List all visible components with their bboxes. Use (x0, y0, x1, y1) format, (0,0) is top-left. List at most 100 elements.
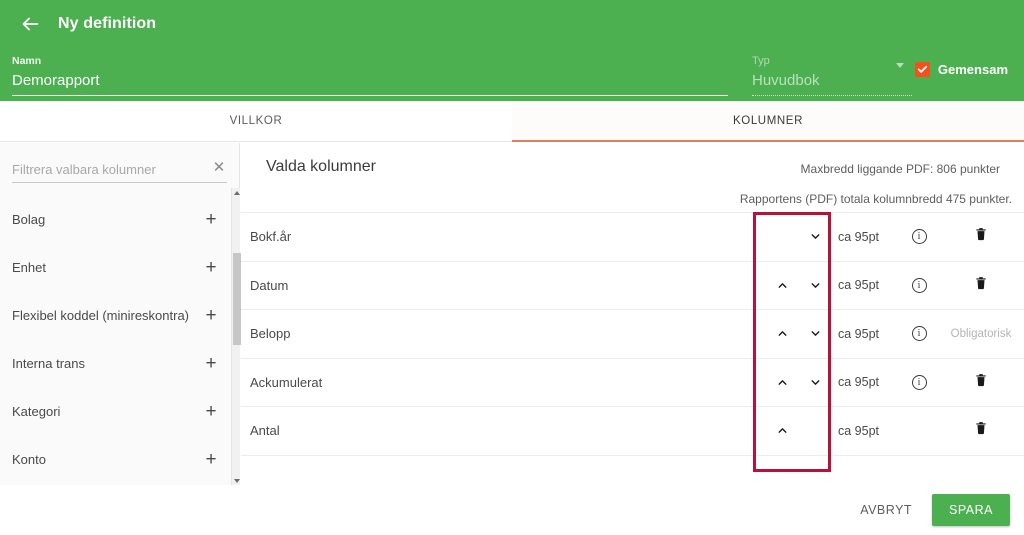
tab-villkor[interactable]: VILLKOR (0, 101, 512, 141)
list-item[interactable]: Enhet + (0, 243, 231, 291)
name-field-group: Namn (12, 55, 728, 96)
info-icon[interactable]: i (911, 229, 927, 245)
column-name: Antal (250, 423, 280, 439)
row-action-cell (938, 420, 1024, 441)
reorder-arrows-cell (760, 420, 838, 442)
plus-icon[interactable]: + (197, 306, 231, 325)
move-up-icon[interactable] (772, 323, 794, 345)
app-root: Ny definition Namn Typ Huvudbok Gemensam… (0, 0, 1024, 535)
list-item[interactable]: Interna trans + (0, 339, 231, 387)
back-arrow-icon[interactable] (10, 4, 50, 44)
shared-checkbox-label: Gemensam (937, 62, 1008, 77)
type-field-underline (752, 95, 912, 96)
plus-icon[interactable]: + (197, 450, 231, 469)
column-width: ca 95pt (838, 375, 880, 390)
row-action-cell: Obligatorisk (938, 328, 1024, 340)
table-row: Bokf.år ca 95pt i (241, 212, 1024, 261)
name-field-label: Namn (12, 55, 42, 67)
selected-columns-panel: Valda kolumner Maxbredd liggande PDF: 80… (241, 142, 1024, 486)
filter-input[interactable] (12, 162, 198, 182)
move-up-icon[interactable] (772, 274, 794, 296)
column-name: Bokf.år (250, 229, 292, 245)
move-down-placeholder (805, 420, 827, 442)
column-width: ca 95pt (838, 326, 880, 341)
column-width: ca 95pt (838, 278, 880, 293)
available-columns-sidebar: ✕ Bolag + Enhet + Flexibel koddel (minir… (0, 143, 241, 486)
cancel-button[interactable]: AVBRYT (854, 495, 918, 525)
move-down-icon[interactable] (805, 226, 827, 248)
list-item-label: Kategori (12, 403, 61, 419)
max-width-note: Maxbredd liggande PDF: 806 punkter (800, 162, 1000, 176)
plus-icon[interactable]: + (197, 402, 231, 421)
app-header: Ny definition Namn Typ Huvudbok Gemensam (0, 0, 1024, 101)
list-item-label: Konto (12, 451, 46, 467)
list-item-label: Bolag (12, 211, 46, 227)
type-field-group: Typ Huvudbok (752, 55, 912, 96)
move-down-icon[interactable] (805, 371, 827, 393)
tab-bar: VILLKOR KOLUMNER (0, 101, 1024, 142)
check-icon[interactable] (914, 62, 930, 77)
delete-icon[interactable] (974, 275, 988, 296)
column-name: Belopp (250, 326, 291, 342)
list-item[interactable]: Kategori + (0, 387, 231, 435)
list-item[interactable]: Konto + (0, 435, 231, 483)
info-cell: i (900, 374, 938, 390)
list-item-label: Flexibel koddel (minireskontra) (12, 307, 190, 323)
table-row: Datum ca 95pt i (241, 260, 1024, 310)
move-up-icon[interactable] (772, 371, 794, 393)
name-field-underline (12, 95, 728, 96)
available-columns-list: Bolag + Enhet + Flexibel koddel (minires… (0, 195, 231, 486)
reorder-arrows-cell (760, 274, 838, 296)
row-action-cell (938, 226, 1024, 247)
header-top-bar: Ny definition (0, 0, 1024, 48)
column-name: Ackumulerat (250, 374, 323, 390)
reorder-arrows-cell (760, 371, 838, 393)
plus-icon[interactable]: + (197, 354, 231, 373)
total-width-note: Rapportens (PDF) totala kolumnbredd 475 … (739, 192, 1012, 206)
close-icon[interactable]: ✕ (211, 160, 227, 176)
save-button[interactable]: SPARA (932, 494, 1010, 526)
list-item[interactable]: Bolag + (0, 195, 231, 243)
row-action-cell (938, 275, 1024, 296)
column-width: ca 95pt (838, 229, 880, 244)
list-item[interactable]: Flexibel koddel (minireskontra) + (0, 291, 231, 339)
move-down-icon[interactable] (805, 274, 827, 296)
filter-underline (12, 182, 227, 183)
table-row: Ackumulerat ca 95pt i (241, 357, 1024, 407)
list-item-label: Enhet (12, 259, 46, 275)
table-row: Antal ca 95pt (241, 406, 1024, 455)
tab-kolumner[interactable]: KOLUMNER (512, 101, 1024, 142)
delete-icon[interactable] (974, 372, 988, 393)
row-action-cell (938, 372, 1024, 393)
info-icon[interactable]: i (911, 326, 927, 342)
shared-checkbox-group[interactable]: Gemensam (914, 62, 1008, 77)
info-cell: i (900, 277, 938, 293)
info-icon[interactable]: i (911, 277, 927, 293)
plus-icon[interactable]: + (197, 210, 231, 229)
page-title: Ny definition (58, 15, 157, 32)
move-down-icon[interactable] (805, 323, 827, 345)
table-row: Belopp ca 95pt i Obligatorisk (241, 309, 1024, 358)
reorder-arrows-cell (760, 323, 838, 345)
scrollbar-thumb[interactable] (233, 253, 241, 345)
column-width: ca 95pt (838, 423, 880, 438)
scroll-up-arrow-icon[interactable] (232, 188, 241, 198)
delete-icon[interactable] (974, 420, 988, 441)
plus-icon[interactable]: + (197, 258, 231, 277)
footer-actions: AVBRYT SPARA (0, 485, 1024, 535)
list-item-label: Interna trans (12, 355, 85, 371)
info-cell: i (900, 229, 938, 245)
reorder-arrows-cell (760, 226, 838, 248)
delete-icon[interactable] (974, 226, 988, 247)
name-input[interactable] (12, 70, 728, 92)
column-name: Datum (250, 277, 289, 293)
sidebar-scrollbar[interactable] (231, 188, 241, 486)
panel-title: Valda kolumner (266, 158, 376, 175)
info-cell: i (900, 326, 938, 342)
info-icon[interactable]: i (911, 374, 927, 390)
type-select-value[interactable]: Huvudbok (752, 70, 912, 92)
move-up-icon[interactable] (772, 420, 794, 442)
move-up-placeholder (772, 226, 794, 248)
mandatory-label: Obligatorisk (950, 327, 1012, 340)
chevron-down-icon[interactable] (896, 63, 904, 68)
